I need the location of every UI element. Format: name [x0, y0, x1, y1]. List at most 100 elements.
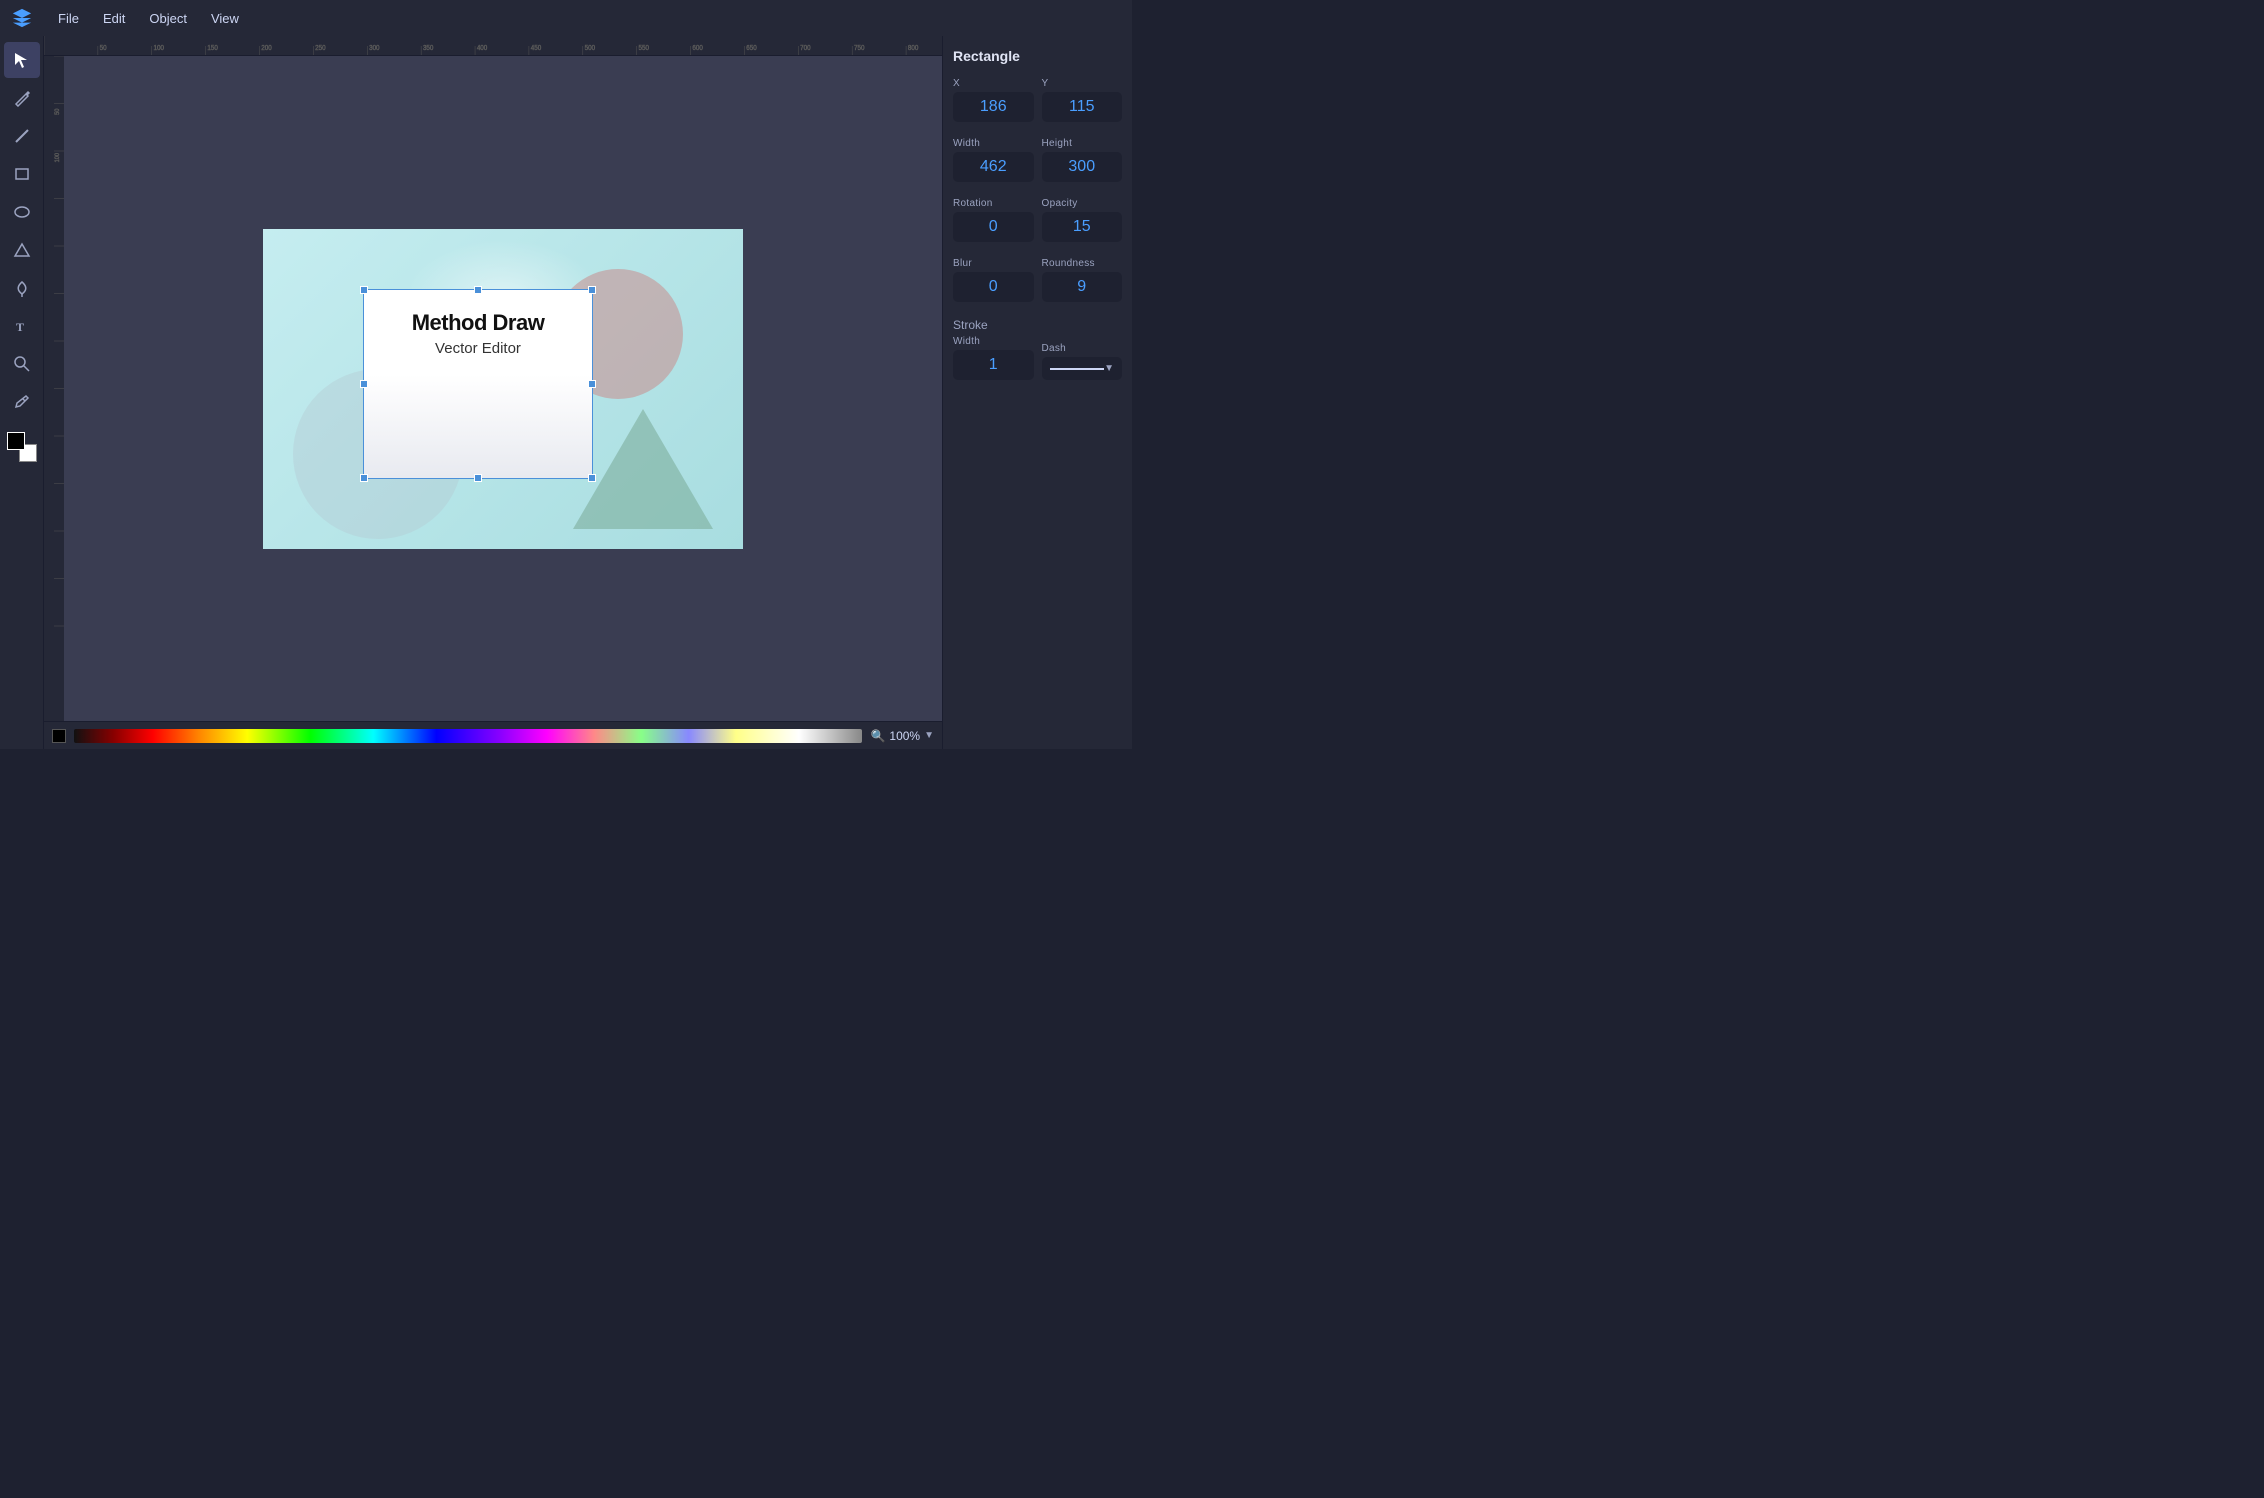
zoom-control[interactable]: 🔍 100% ▼ [870, 729, 934, 743]
x-group: X 186 [953, 78, 1034, 122]
drawing-canvas[interactable]: Method Draw Vector Editor [263, 229, 743, 549]
blur-roundness-row: Blur 0 Roundness 9 [953, 258, 1122, 302]
blur-label: Blur [953, 258, 1034, 269]
triangle-tool[interactable] [4, 232, 40, 268]
handle-top-left[interactable] [360, 286, 368, 294]
svg-text:700: 700 [800, 45, 811, 52]
wh-row: Width 462 Height 300 [953, 138, 1122, 182]
svg-text:750: 750 [854, 45, 865, 52]
canvas-title-line2: Vector Editor [435, 340, 521, 357]
canvas-row: 50 100 [44, 56, 942, 721]
svg-text:100: 100 [154, 45, 165, 52]
rotation-label: Rotation [953, 198, 1034, 209]
menubar: File Edit Object View [0, 0, 1132, 36]
toolbar: T [0, 36, 44, 749]
blur-input[interactable]: 0 [953, 272, 1034, 302]
rotation-group: Rotation 0 [953, 198, 1034, 242]
svg-text:50: 50 [100, 45, 107, 52]
svg-text:450: 450 [531, 45, 542, 52]
opacity-input[interactable]: 15 [1042, 212, 1123, 242]
handle-bottom-center[interactable] [474, 474, 482, 482]
zoom-dropdown-arrow[interactable]: ▼ [924, 730, 934, 741]
ellipse-tool[interactable] [4, 194, 40, 230]
height-label: Height [1042, 138, 1123, 149]
rotation-input[interactable]: 0 [953, 212, 1034, 242]
width-label: Width [953, 138, 1034, 149]
select-tool[interactable] [4, 42, 40, 78]
stroke-dash-group: Dash ▼ [1042, 343, 1123, 380]
menu-file[interactable]: File [48, 7, 89, 30]
opacity-group: Opacity 15 [1042, 198, 1123, 242]
roundness-input[interactable]: 9 [1042, 272, 1123, 302]
main-layout: T [0, 36, 1132, 749]
roundness-group: Roundness 9 [1042, 258, 1123, 302]
opacity-label: Opacity [1042, 198, 1123, 209]
panel-title: Rectangle [953, 48, 1122, 64]
ruler-left: 50 100 [44, 56, 64, 721]
x-label: X [953, 78, 1034, 89]
menu-edit[interactable]: Edit [93, 7, 135, 30]
blur-group: Blur 0 [953, 258, 1034, 302]
svg-text:550: 550 [638, 45, 649, 52]
rectangle-tool[interactable] [4, 156, 40, 192]
color-selector[interactable] [7, 432, 37, 462]
handle-middle-right[interactable] [588, 380, 596, 388]
teal-triangle[interactable] [573, 409, 713, 529]
ruler-top: 50 100 150 200 250 300 350 400 450 500 5… [44, 36, 942, 56]
handle-bottom-left[interactable] [360, 474, 368, 482]
svg-text:150: 150 [207, 45, 218, 52]
dash-dropdown-arrow: ▼ [1104, 363, 1114, 374]
handle-top-right[interactable] [588, 286, 596, 294]
canvas-wrapper: 50 100 150 200 250 300 350 400 450 500 5… [44, 36, 942, 749]
x-input[interactable]: 186 [953, 92, 1034, 122]
selected-rectangle[interactable]: Method Draw Vector Editor [363, 289, 593, 479]
y-label: Y [1042, 78, 1123, 89]
line-tool[interactable] [4, 118, 40, 154]
height-group: Height 300 [1042, 138, 1123, 182]
width-group: Width 462 [953, 138, 1034, 182]
color-palette[interactable] [74, 729, 862, 743]
width-input[interactable]: 462 [953, 152, 1034, 182]
svg-text:100: 100 [55, 152, 61, 162]
svg-text:200: 200 [261, 45, 272, 52]
svg-text:500: 500 [585, 45, 596, 52]
stroke-label: Stroke [953, 318, 1122, 332]
stroke-width-input[interactable]: 1 [953, 350, 1034, 380]
stroke-width-group: Width 1 [953, 336, 1034, 380]
text-tool[interactable]: T [4, 308, 40, 344]
y-group: Y 115 [1042, 78, 1123, 122]
fg-color-swatch[interactable] [52, 729, 66, 743]
handle-middle-left[interactable] [360, 380, 368, 388]
stroke-row: Width 1 Dash ▼ [953, 336, 1122, 380]
eyedropper-tool[interactable] [4, 384, 40, 420]
dash-line-preview [1050, 368, 1105, 370]
stroke-section: Stroke Width 1 Dash ▼ [953, 318, 1122, 380]
canvas-viewport[interactable]: Method Draw Vector Editor [64, 56, 942, 721]
right-panel: Rectangle X 186 Y 115 Width 462 Height 3… [942, 36, 1132, 749]
pen-tool[interactable] [4, 270, 40, 306]
y-input[interactable]: 115 [1042, 92, 1123, 122]
handle-top-center[interactable] [474, 286, 482, 294]
svg-text:800: 800 [908, 45, 919, 52]
stroke-dash-label: Dash [1042, 343, 1123, 354]
stroke-width-label: Width [953, 336, 1034, 347]
handle-bottom-right[interactable] [588, 474, 596, 482]
svg-text:T: T [16, 320, 24, 334]
app-logo[interactable] [8, 4, 36, 32]
pencil-tool[interactable] [4, 80, 40, 116]
stroke-dash-select[interactable]: ▼ [1042, 357, 1123, 380]
menu-object[interactable]: Object [139, 7, 197, 30]
zoom-icon: 🔍 [870, 729, 885, 743]
svg-text:400: 400 [477, 45, 488, 52]
rotation-opacity-row: Rotation 0 Opacity 15 [953, 198, 1122, 242]
foreground-color[interactable] [7, 432, 25, 450]
roundness-label: Roundness [1042, 258, 1123, 269]
xy-row: X 186 Y 115 [953, 78, 1122, 122]
zoom-value: 100% [889, 729, 920, 743]
menu-view[interactable]: View [201, 7, 249, 30]
svg-text:50: 50 [55, 108, 61, 115]
svg-text:300: 300 [369, 45, 380, 52]
zoom-tool[interactable] [4, 346, 40, 382]
svg-text:250: 250 [315, 45, 326, 52]
height-input[interactable]: 300 [1042, 152, 1123, 182]
